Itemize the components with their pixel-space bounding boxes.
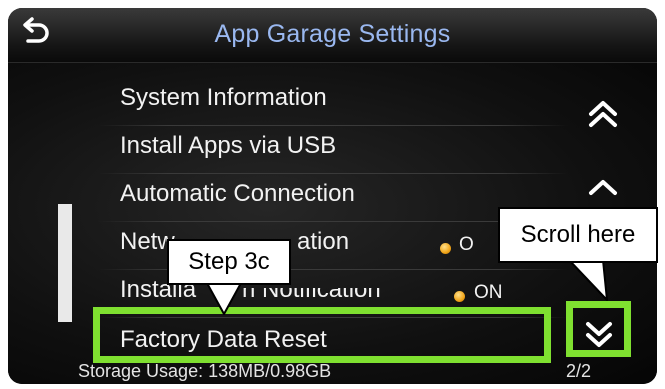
scroll-callout-pointer [568,259,608,301]
status-indicator [440,243,451,254]
double-chevron-up-icon[interactable] [583,94,623,134]
scrollbar-track[interactable] [58,204,72,322]
scroll-down-highlight [566,301,631,357]
factory-reset-highlight [93,307,551,363]
menu-item-install-apps-via-usb[interactable]: Install Apps via USB [120,132,336,160]
page-title: App Garage Settings [214,20,451,48]
status-value: ON [474,282,503,303]
status-indicator [454,291,465,302]
divider [98,173,568,174]
menu-item-label-tail: ation [297,228,350,255]
divider [98,125,568,126]
header-bar: App Garage Settings [8,8,657,63]
chevron-up-icon[interactable] [583,167,623,207]
scroll-callout: Scroll here [498,207,658,263]
status-value: O [459,234,474,255]
page-indicator: 2/2 [566,361,592,381]
storage-usage: Storage Usage: 138MB/0.98GB [78,361,332,381]
menu-item-system-information[interactable]: System Information [120,84,327,112]
menu-item-automatic-connection[interactable]: Automatic Connection [120,180,355,208]
step-callout: Step 3c [167,239,291,285]
